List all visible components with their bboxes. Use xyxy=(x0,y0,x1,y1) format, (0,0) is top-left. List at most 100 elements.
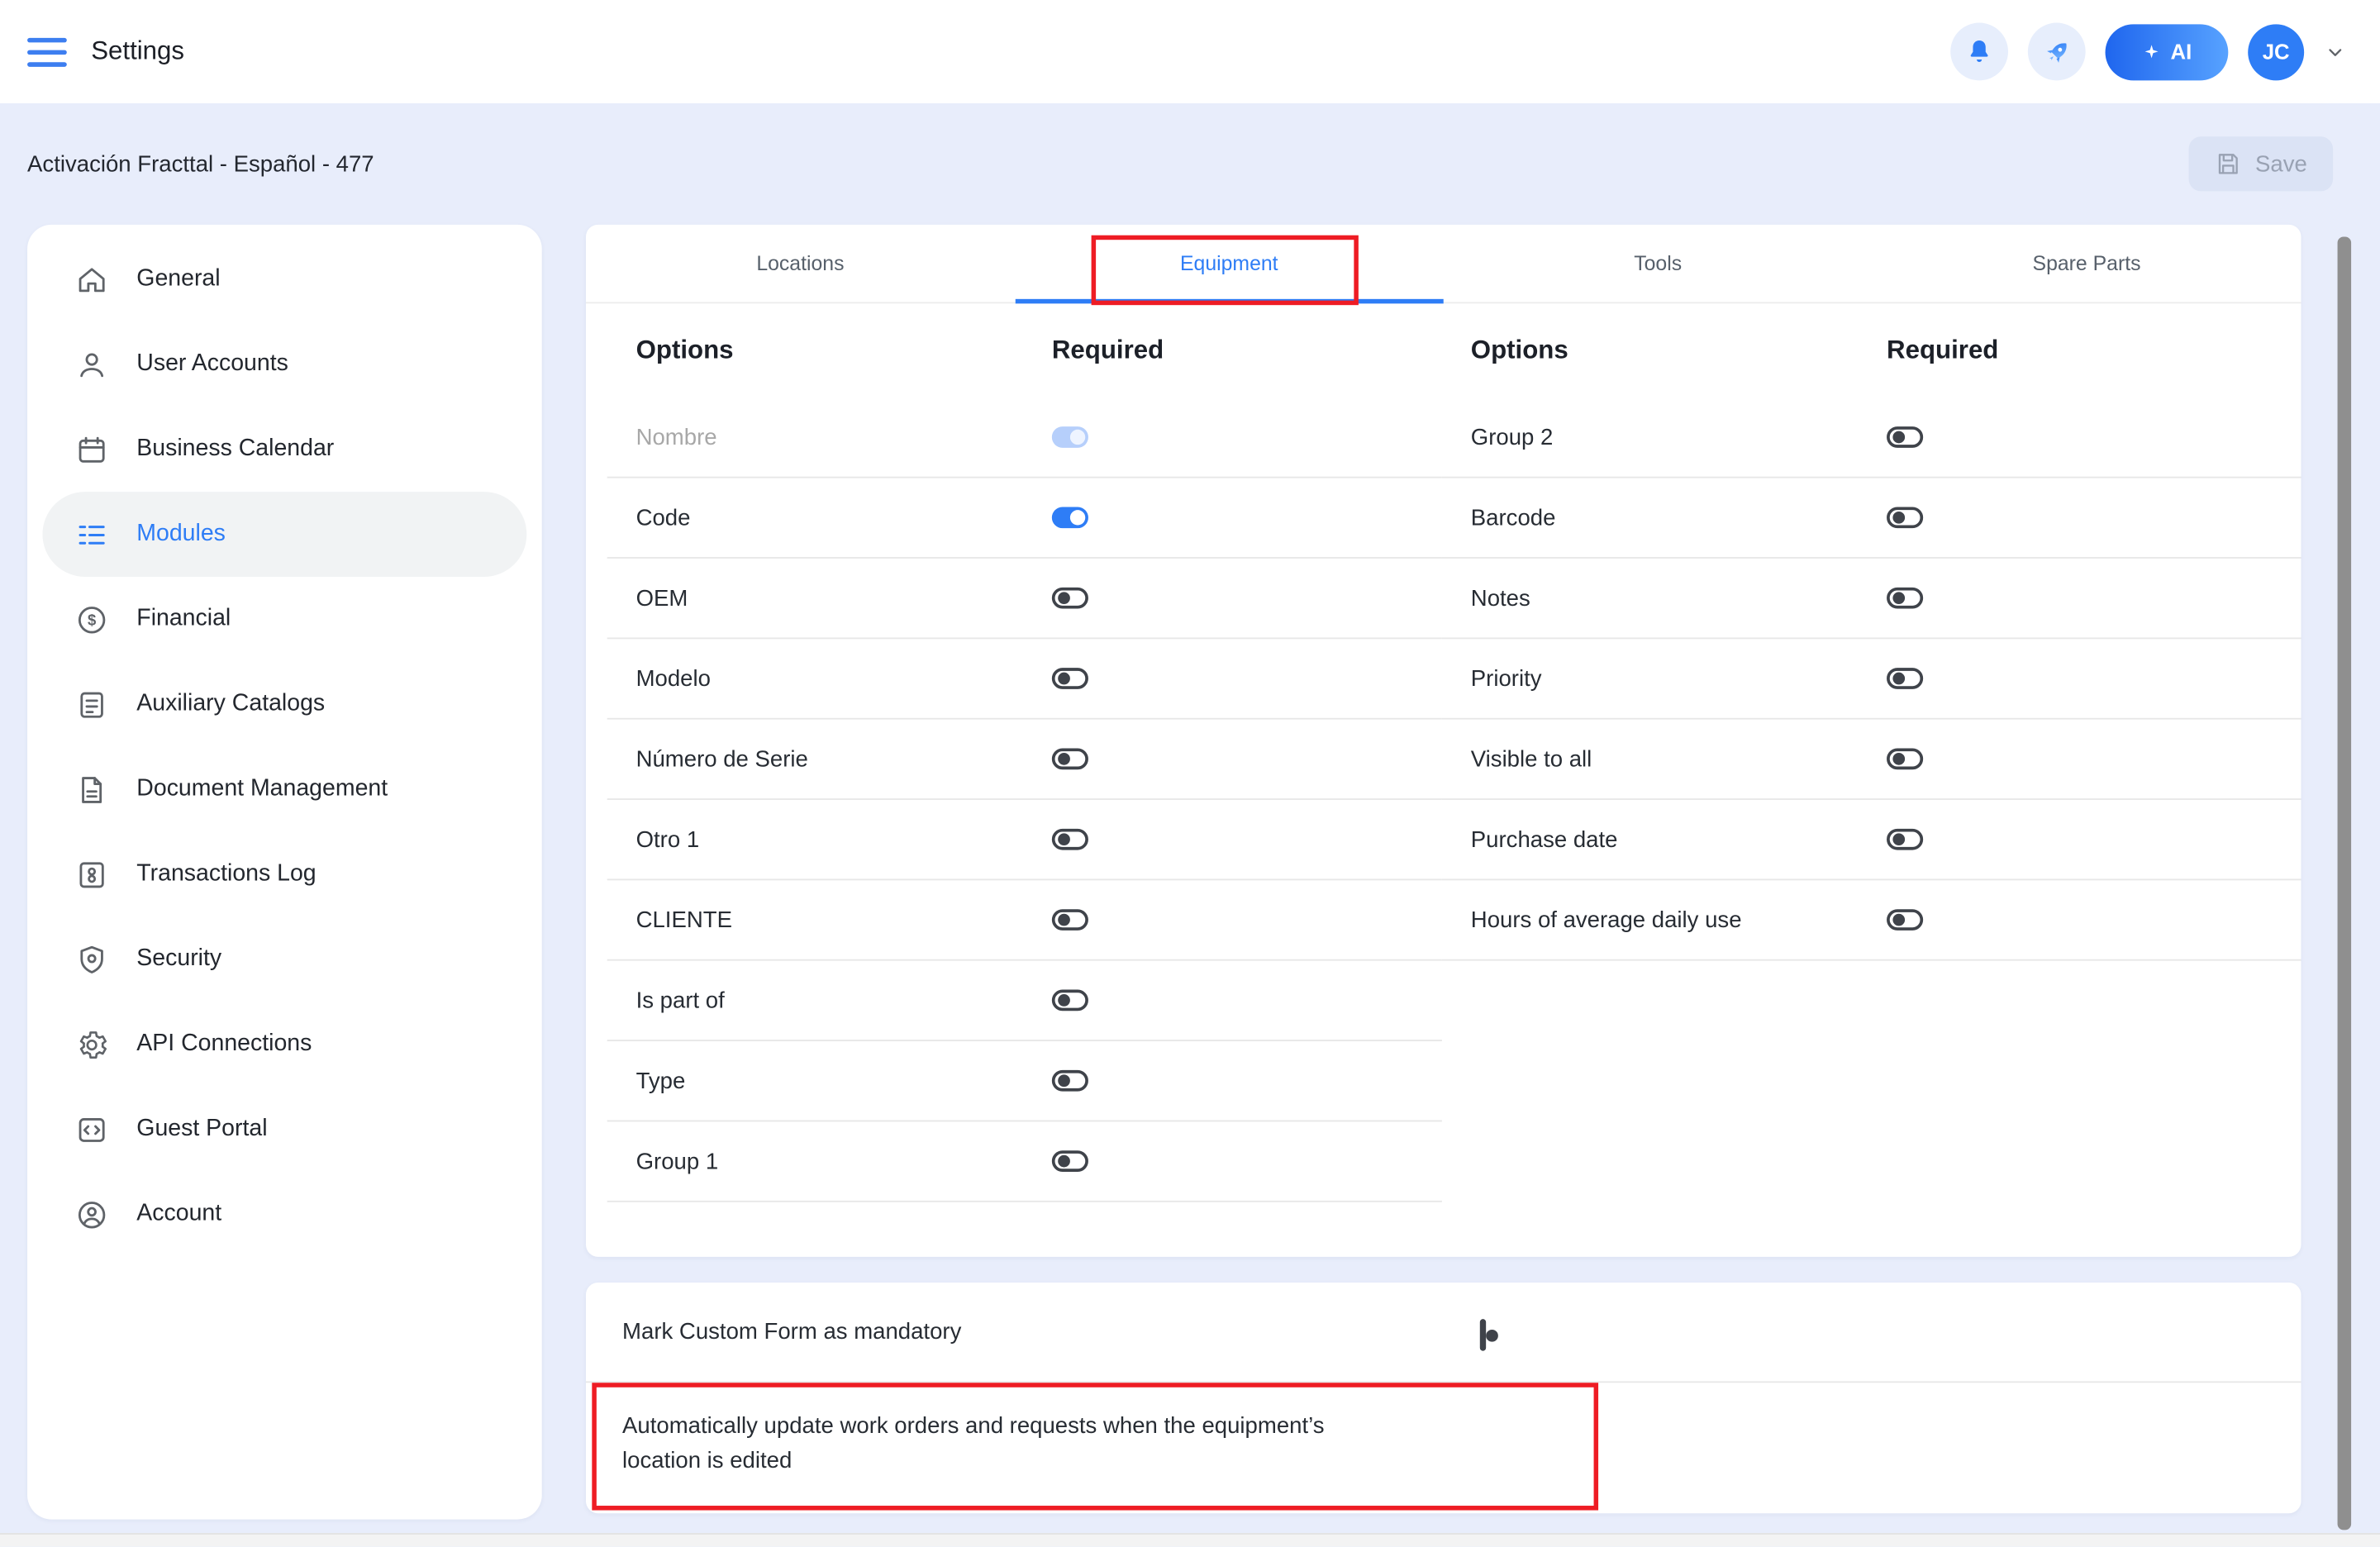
option-label: Otro 1 xyxy=(607,826,1052,852)
account-menu-button[interactable] xyxy=(2324,40,2347,64)
required-toggle[interactable] xyxy=(1052,749,1088,770)
user-avatar[interactable]: JC xyxy=(2248,23,2304,79)
shield-icon xyxy=(73,941,109,978)
option-row-group-2: Group 2 xyxy=(1442,397,2301,478)
option-label: Group 2 xyxy=(1442,424,1887,450)
tab-spare-parts[interactable]: Spare Parts xyxy=(1873,225,2301,302)
table-header: Options Required xyxy=(1442,303,2301,397)
save-button[interactable]: Save xyxy=(2188,136,2333,191)
launcher-button[interactable] xyxy=(2028,23,2086,81)
company-breadcrumb: Activación Fracttal - Español - 477 xyxy=(27,151,374,177)
sidebar-item-label: Business Calendar xyxy=(136,436,334,463)
options-header: Options xyxy=(1442,336,1887,366)
required-toggle[interactable] xyxy=(1887,668,1923,689)
calendar-icon xyxy=(73,431,109,468)
sidebar-item-label: Transactions Log xyxy=(136,860,316,888)
option-label: Notes xyxy=(1442,585,1887,611)
option-row-type: Type xyxy=(607,1041,1442,1121)
sidebar-item-guest-portal[interactable]: Guest Portal xyxy=(42,1087,526,1172)
mandatory-custom-form-row: Mark Custom Form as mandatory xyxy=(586,1283,2301,1383)
option-row-group-1: Group 1 xyxy=(607,1121,1442,1202)
sidebar-item-business-calendar[interactable]: Business Calendar xyxy=(42,407,526,492)
sidebar-item-transactions-log[interactable]: Transactions Log xyxy=(42,832,526,917)
required-toggle[interactable] xyxy=(1887,588,1923,609)
option-label: Visible to all xyxy=(1442,746,1887,772)
required-toggle[interactable] xyxy=(1052,588,1088,609)
user-icon xyxy=(73,346,109,383)
sidebar-item-api-connections[interactable]: API Connections xyxy=(42,1002,526,1087)
save-button-label: Save xyxy=(2255,151,2307,177)
required-toggle[interactable] xyxy=(1052,990,1088,1011)
required-toggle[interactable] xyxy=(1052,1070,1088,1092)
sidebar-item-label: Auxiliary Catalogs xyxy=(136,691,325,718)
option-label: Is part of xyxy=(607,988,1052,1013)
sidebar-item-security[interactable]: Security xyxy=(42,916,526,1002)
option-row-modelo: Modelo xyxy=(607,639,1442,719)
option-label: Número de Serie xyxy=(607,746,1052,772)
required-toggle[interactable] xyxy=(1887,829,1923,850)
option-label: OEM xyxy=(607,585,1052,611)
sidebar-item-document-management[interactable]: Document Management xyxy=(42,747,526,832)
sidebar-item-label: General xyxy=(136,265,220,293)
sidebar-item-label: Modules xyxy=(136,521,226,548)
tab-equipment[interactable]: Equipment xyxy=(1015,225,1444,302)
sidebar-item-modules[interactable]: Modules xyxy=(42,492,526,577)
notifications-button[interactable] xyxy=(1950,23,2008,81)
svg-text:$: $ xyxy=(87,611,96,628)
option-row-code: Code xyxy=(607,478,1442,559)
settings-sidebar: General User Accounts Business Calendar … xyxy=(27,225,542,1520)
sidebar-item-label: Account xyxy=(136,1201,221,1228)
required-toggle[interactable] xyxy=(1052,909,1088,931)
vertical-scrollbar[interactable] xyxy=(2338,237,2352,1530)
save-icon xyxy=(2214,150,2241,178)
sidebar-item-user-accounts[interactable]: User Accounts xyxy=(42,321,526,407)
module-tabs: Locations Equipment Tools Spare Parts xyxy=(586,225,2301,304)
rocket-icon xyxy=(2040,36,2073,68)
sidebar-item-auxiliary-catalogs[interactable]: Auxiliary Catalogs xyxy=(42,662,526,747)
option-row-nombre: Nombre xyxy=(607,397,1442,478)
option-row-hours-of-average-daily-use: Hours of average daily use xyxy=(1442,880,2301,960)
guest-portal-icon xyxy=(73,1111,109,1147)
required-toggle[interactable] xyxy=(1887,507,1923,528)
option-row-notes: Notes xyxy=(1442,559,2301,639)
financial-icon: $ xyxy=(73,601,109,637)
tab-locations[interactable]: Locations xyxy=(586,225,1015,302)
options-column-left: Options Required Nombre Code OEM Modelo xyxy=(607,303,1442,1202)
sidebar-item-label: Document Management xyxy=(136,776,388,803)
required-toggle[interactable] xyxy=(1052,829,1088,850)
custom-form-settings-card: Mark Custom Form as mandatory Automatica… xyxy=(586,1283,2301,1513)
required-toggle[interactable] xyxy=(1887,749,1923,770)
page-title: Settings xyxy=(91,36,184,67)
sidebar-item-financial[interactable]: $ Financial xyxy=(42,577,526,662)
hamburger-menu-icon[interactable] xyxy=(27,37,67,66)
option-label: Nombre xyxy=(607,424,1052,450)
chevron-down-icon xyxy=(2324,40,2347,64)
required-toggle[interactable] xyxy=(1052,1150,1088,1172)
sidebar-item-label: API Connections xyxy=(136,1031,312,1058)
sidebar-item-label: Financial xyxy=(136,606,231,633)
home-icon xyxy=(73,261,109,298)
gear-icon xyxy=(73,1026,109,1063)
option-label: Code xyxy=(607,505,1052,531)
required-toggle[interactable] xyxy=(1052,507,1088,528)
mandatory-custom-form-toggle[interactable] xyxy=(1480,1319,1486,1351)
option-label: Type xyxy=(607,1068,1052,1093)
option-row-oem: OEM xyxy=(607,559,1442,639)
document-icon xyxy=(73,771,109,807)
transactions-icon xyxy=(73,856,109,892)
required-toggle[interactable] xyxy=(1887,909,1923,931)
settings-page: Settings xyxy=(0,0,2380,1547)
required-toggle[interactable] xyxy=(1887,426,1923,448)
sidebar-item-general[interactable]: General xyxy=(42,237,526,322)
tab-tools[interactable]: Tools xyxy=(1444,225,1873,302)
sidebar-item-account[interactable]: Account xyxy=(42,1172,526,1257)
required-toggle[interactable] xyxy=(1052,426,1088,448)
option-label: Barcode xyxy=(1442,505,1887,531)
option-row-purchase-date: Purchase date xyxy=(1442,800,2301,880)
ai-assistant-button[interactable]: AI xyxy=(2106,23,2229,79)
required-toggle[interactable] xyxy=(1052,668,1088,689)
option-row-priority: Priority xyxy=(1442,639,2301,719)
horizontal-scrollbar-track xyxy=(0,1533,2380,1547)
options-header: Options xyxy=(607,336,1052,366)
option-label: Group 1 xyxy=(607,1148,1052,1173)
